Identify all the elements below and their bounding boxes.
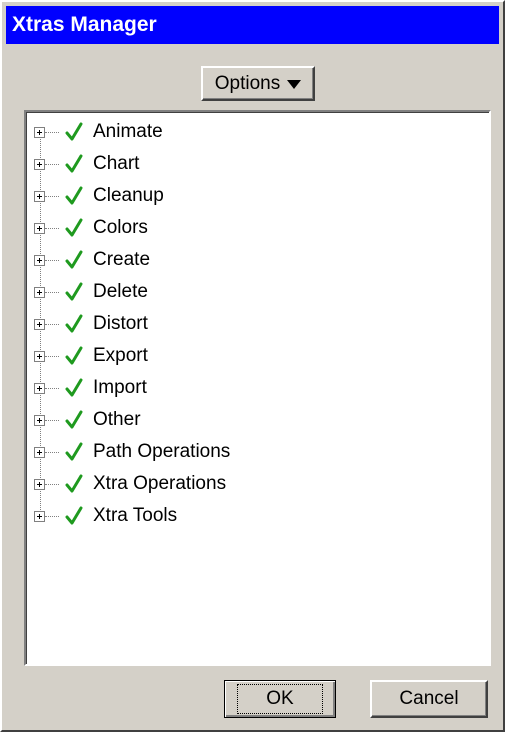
options-label: Options (214, 72, 281, 94)
tree-item[interactable]: Path Operations (34, 438, 230, 466)
checkmark-icon (65, 218, 83, 237)
triangle-down-icon (287, 80, 302, 89)
checkmark-icon (65, 378, 83, 397)
plus-expander-icon[interactable] (34, 286, 45, 298)
tree-item[interactable]: Animate (34, 118, 163, 146)
checkmark-icon (65, 154, 83, 173)
checkmark-icon (65, 410, 83, 429)
cancel-button[interactable]: Cancel (370, 680, 488, 718)
tree-branch-line (45, 291, 59, 293)
plus-expander-icon[interactable] (34, 510, 45, 522)
checkmark-icon (65, 474, 83, 493)
plus-expander-icon[interactable] (34, 126, 45, 138)
tree-branch-line (45, 515, 59, 517)
tree-item[interactable]: Xtra Operations (34, 470, 226, 498)
checkmark-icon (65, 250, 83, 269)
plus-expander-icon[interactable] (34, 446, 45, 458)
tree-item-label: Xtra Tools (93, 505, 178, 526)
plus-expander-icon[interactable] (34, 158, 45, 170)
plus-expander-icon[interactable] (34, 350, 45, 362)
tree-branch-line (45, 163, 59, 165)
tree-branch-line (45, 131, 59, 133)
plus-expander-icon[interactable] (34, 222, 45, 234)
options-button[interactable]: Options (201, 66, 315, 101)
tree-item[interactable]: Cleanup (34, 182, 164, 210)
tree-item-label: Xtra Operations (93, 473, 227, 494)
tree-branch-line (45, 227, 59, 229)
checkmark-icon (65, 186, 83, 205)
tree-item[interactable]: Chart (34, 150, 139, 178)
tree-item[interactable]: Delete (34, 278, 148, 306)
tree-item[interactable]: Other (34, 406, 141, 434)
tree-branch-line (45, 355, 59, 357)
tree-item[interactable]: Import (34, 374, 147, 402)
title-bar: Xtras Manager (6, 6, 499, 44)
tree-item-label: Create (93, 249, 151, 270)
tree-branch-line (45, 419, 59, 421)
tree-item[interactable]: Xtra Tools (34, 502, 177, 530)
checkmark-icon (65, 122, 83, 141)
checkmark-icon (65, 314, 83, 333)
tree-item-label: Colors (93, 217, 148, 238)
xtras-manager-dialog: Xtras Manager Options Animate Chart Cleanu… (0, 0, 505, 732)
tree-branch-line (45, 195, 59, 197)
tree-branch-line (45, 387, 59, 389)
checkmark-icon (65, 506, 83, 525)
plus-expander-icon[interactable] (34, 318, 45, 330)
tree-item[interactable]: Create (34, 246, 150, 274)
tree-item-label: Delete (93, 281, 148, 302)
plus-expander-icon[interactable] (34, 478, 45, 490)
tree-item-label: Distort (93, 313, 148, 334)
tree-item-label: Cleanup (93, 185, 164, 206)
tree-item-label: Export (93, 345, 148, 366)
tree-branch-line (45, 451, 59, 453)
cancel-label: Cancel (399, 688, 459, 709)
tree-item[interactable]: Distort (34, 310, 148, 338)
tree-item-label: Path Operations (93, 441, 231, 462)
xtras-tree[interactable]: Animate Chart Cleanup Colors Create Delete Dis… (24, 110, 491, 666)
tree-item-label: Animate (93, 121, 163, 142)
tree-item-label: Chart (93, 153, 140, 174)
plus-expander-icon[interactable] (34, 414, 45, 426)
tree-item-label: Import (93, 377, 147, 398)
checkmark-icon (65, 442, 83, 461)
checkmark-icon (65, 346, 83, 365)
tree-item-label: Other (93, 409, 141, 430)
checkmark-icon (65, 282, 83, 301)
ok-label: OK (237, 684, 323, 714)
tree-branch-line (45, 259, 59, 261)
ok-button[interactable]: OK (224, 680, 336, 718)
plus-expander-icon[interactable] (34, 190, 45, 202)
plus-expander-icon[interactable] (34, 254, 45, 266)
tree-branch-line (45, 323, 59, 325)
plus-expander-icon[interactable] (34, 382, 45, 394)
tree-item[interactable]: Export (34, 342, 148, 370)
tree-item[interactable]: Colors (34, 214, 148, 242)
tree-branch-line (45, 483, 59, 485)
